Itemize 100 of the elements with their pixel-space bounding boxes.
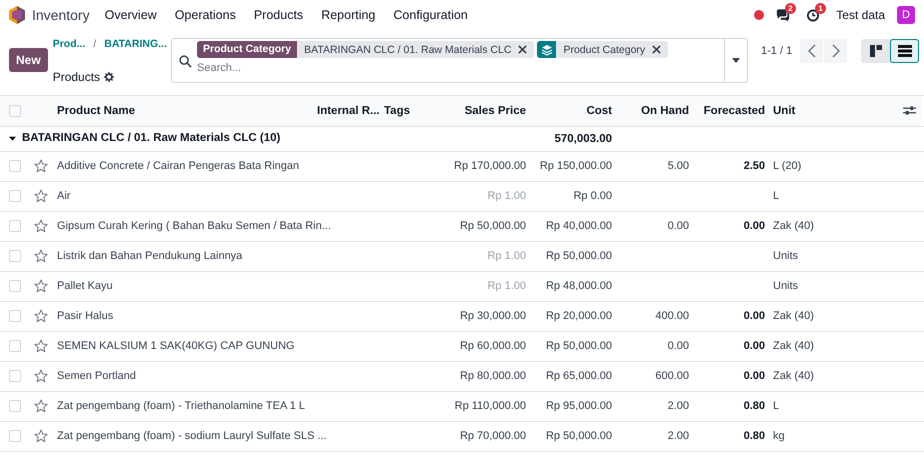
filter-facet[interactable]: Product Category xyxy=(537,41,668,58)
cost-value: Rp 50,000.00 xyxy=(546,340,612,352)
unit-of-measure: L xyxy=(773,400,780,412)
cost-value: Rp 20,000.00 xyxy=(546,310,612,322)
app-name[interactable]: Inventory xyxy=(32,7,90,23)
star-icon[interactable] xyxy=(34,429,48,443)
sales-price: Rp 1.00 xyxy=(487,250,526,262)
unit-header[interactable]: Unit xyxy=(773,104,796,117)
chat-icon[interactable] xyxy=(776,8,790,22)
star-icon[interactable] xyxy=(34,189,48,203)
on-hand-quantity: 5.00 xyxy=(668,160,689,172)
cost-value: Rp 50,000.00 xyxy=(546,430,612,442)
remove-icon[interactable] xyxy=(518,45,528,54)
cost-value: Rp 95,000.00 xyxy=(546,400,612,412)
star-icon[interactable] xyxy=(34,219,48,233)
filter-facet[interactable]: Product Category BATARINGAN CLC / 01. Raw Materials CLC xyxy=(197,41,534,58)
unit-of-measure: Zak (40) xyxy=(773,340,814,352)
notification-badge: 2 xyxy=(785,2,796,14)
tags-header[interactable]: Tags xyxy=(384,104,410,117)
remove-icon[interactable] xyxy=(652,45,662,54)
sales-price: Rp 110,000.00 xyxy=(454,400,526,412)
star-icon[interactable] xyxy=(34,399,48,413)
star-icon[interactable] xyxy=(34,339,48,353)
forecasted-quantity: 0.00 xyxy=(744,310,765,322)
row-checkbox[interactable] xyxy=(9,160,21,172)
forecasted-quantity: 0.00 xyxy=(744,370,765,382)
menu-item[interactable]: Operations xyxy=(174,8,236,22)
unit-of-measure: Zak (40) xyxy=(773,310,814,322)
breadcrumb-link[interactable]: BATARING... xyxy=(104,38,167,50)
sales-price: Rp 70,000.00 xyxy=(460,430,526,442)
row-checkbox[interactable] xyxy=(9,310,21,322)
on-hand-quantity: 0.00 xyxy=(668,220,689,232)
menu-item[interactable]: Products xyxy=(254,8,304,22)
search-field[interactable]: Product Category BATARINGAN CLC / 01. Raw Materials CLC Product Category Search... xyxy=(171,38,748,83)
menu-item[interactable]: Configuration xyxy=(393,8,468,22)
caret-icon[interactable] xyxy=(9,134,16,142)
row-checkbox[interactable] xyxy=(9,400,21,412)
star-icon[interactable] xyxy=(34,279,48,293)
product-name: Pasir Halus xyxy=(57,310,114,322)
select-all-checkbox[interactable] xyxy=(9,104,21,117)
pager-value[interactable]: 1-1 / 1 xyxy=(761,45,792,57)
clock-icon[interactable] xyxy=(806,8,820,22)
row-checkbox[interactable] xyxy=(9,370,21,382)
product-name: Gipsum Curah Kering ( Bahan Baku Semen / Bata Rin... xyxy=(57,220,331,232)
unit-of-measure: kg xyxy=(773,430,785,442)
cost-header[interactable]: Cost xyxy=(586,104,612,117)
notification-badge: 1 xyxy=(815,2,826,14)
product-name: Zat pengembang (foam) - Triethanolamine TEA 1 L xyxy=(57,400,306,412)
star-icon[interactable] xyxy=(34,309,48,323)
on-hand-quantity: 400.00 xyxy=(655,310,689,322)
product-name: Pallet Kayu xyxy=(57,280,113,292)
on-hand-quantity: 2.00 xyxy=(668,400,689,412)
row-checkbox[interactable] xyxy=(9,430,21,442)
group-title[interactable]: BATARINGAN CLC / 01. Raw Materials CLC (10) xyxy=(22,132,280,144)
internal-reference-header[interactable]: Internal R... xyxy=(317,104,380,117)
product-name: Semen Portland xyxy=(57,370,136,382)
on-hand-header[interactable]: On Hand xyxy=(641,104,689,117)
menu-item[interactable]: Overview xyxy=(104,8,157,22)
row-checkbox[interactable] xyxy=(9,280,21,292)
star-icon[interactable] xyxy=(34,249,48,263)
star-icon[interactable] xyxy=(34,159,48,173)
unit-of-measure: Zak (40) xyxy=(773,220,814,232)
next-button[interactable] xyxy=(824,39,848,63)
on-hand-quantity: 2.00 xyxy=(668,430,689,442)
sales-price: Rp 1.00 xyxy=(487,280,526,292)
chevron-left-icon xyxy=(808,44,816,58)
list-view-button[interactable] xyxy=(890,39,920,63)
row-checkbox[interactable] xyxy=(9,250,21,262)
product-name-header[interactable]: Product Name xyxy=(57,104,135,117)
user-avatar[interactable]: D xyxy=(897,6,915,24)
previous-button[interactable] xyxy=(800,39,824,63)
row-checkbox[interactable] xyxy=(9,340,21,352)
column-settings-icon[interactable] xyxy=(903,105,916,116)
unit-of-measure: Units xyxy=(773,250,798,262)
company-name[interactable]: Test data xyxy=(836,8,885,22)
dropdown-caret-icon[interactable] xyxy=(732,58,740,63)
forecasted-quantity: 2.50 xyxy=(744,160,765,172)
forecasted-quantity: 0.00 xyxy=(744,340,765,352)
sales-price: Rp 80,000.00 xyxy=(460,370,526,382)
sales-price: Rp 30,000.00 xyxy=(460,310,526,322)
product-name: Additive Concrete / Cairan Pengeras Bata Ringan xyxy=(57,160,300,172)
product-name: Listrik dan Bahan Pendukung Lainnya xyxy=(57,250,242,262)
unit-of-measure: L xyxy=(773,190,780,202)
breadcrumb-separator: / xyxy=(93,38,96,50)
breadcrumb-link[interactable]: Prod... xyxy=(52,38,86,50)
row-checkbox[interactable] xyxy=(9,220,21,232)
unit-of-measure: Units xyxy=(773,280,798,292)
unit-of-measure: L (20) xyxy=(773,160,802,172)
star-icon[interactable] xyxy=(34,369,48,383)
on-hand-quantity: 0.00 xyxy=(668,340,689,352)
settings-icon[interactable] xyxy=(104,72,114,82)
forecasted-quantity: 0.80 xyxy=(744,430,765,442)
forecasted-header[interactable]: Forecasted xyxy=(704,104,765,117)
sales-price-header[interactable]: Sales Price xyxy=(464,104,526,117)
row-checkbox[interactable] xyxy=(9,190,21,202)
list-icon xyxy=(898,45,912,57)
cost-value: Rp 150,000.00 xyxy=(540,160,612,172)
new-button[interactable]: New xyxy=(9,48,48,72)
menu-item[interactable]: Reporting xyxy=(321,8,376,22)
app-logo-icon[interactable] xyxy=(9,6,25,24)
